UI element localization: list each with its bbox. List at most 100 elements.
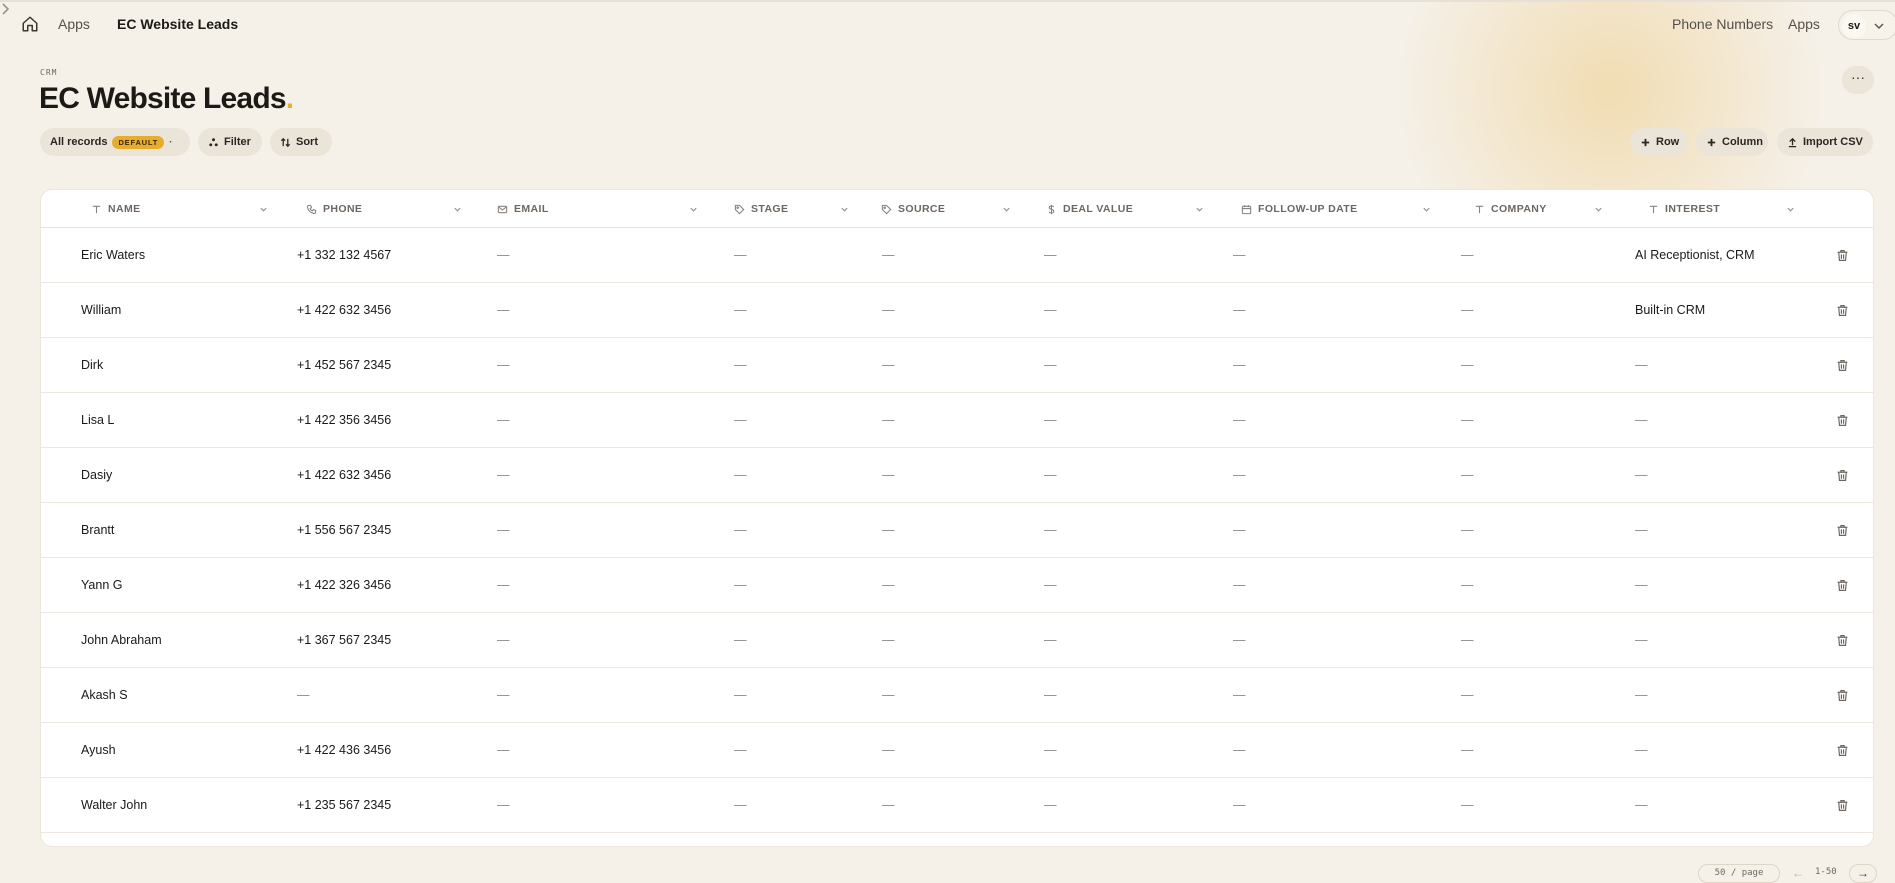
cell-company[interactable]: — <box>1461 613 1474 668</box>
cell-follow-up-date[interactable]: — <box>1233 668 1246 723</box>
table-row[interactable]: William +1 422 632 3456 — — — — — — Built-in CRM <box>41 283 1873 338</box>
cell-deal-value[interactable]: — <box>1044 448 1057 503</box>
cell-deal-value[interactable]: — <box>1044 558 1057 613</box>
per-page-select[interactable]: 50 / page <box>1698 864 1780 883</box>
cell-follow-up-date[interactable]: — <box>1233 503 1246 558</box>
cell-company[interactable]: — <box>1461 503 1474 558</box>
trash-icon[interactable] <box>1836 799 1849 812</box>
cell-follow-up-date[interactable]: — <box>1233 558 1246 613</box>
cell-deal-value[interactable]: — <box>1044 338 1057 393</box>
table-row[interactable]: Dirk +1 452 567 2345 — — — — — — — <box>41 338 1873 393</box>
user-menu[interactable]: sv <box>1838 10 1895 40</box>
column-header-email[interactable]: EMAIL <box>497 190 549 228</box>
cell-interest[interactable]: — <box>1635 668 1648 723</box>
cell-company[interactable]: — <box>1461 393 1474 448</box>
cell-stage[interactable]: — <box>734 723 747 778</box>
cell-deal-value[interactable]: — <box>1044 723 1057 778</box>
column-header-source[interactable]: SOURCE <box>881 190 945 228</box>
trash-icon[interactable] <box>1836 634 1849 647</box>
cell-interest[interactable]: — <box>1635 338 1648 393</box>
chevron-down-icon[interactable] <box>840 205 849 214</box>
table-row[interactable]: Eric Waters +1 332 132 4567 — — — — — — AI Recep… <box>41 228 1873 283</box>
cell-source[interactable]: — <box>882 668 895 723</box>
cell-follow-up-date[interactable]: — <box>1233 448 1246 503</box>
table-row[interactable]: John Abraham +1 367 567 2345 — — — — — — — <box>41 613 1873 668</box>
trash-icon[interactable] <box>1836 579 1849 592</box>
table-row[interactable]: Lisa L +1 422 356 3456 — — — — — — — <box>41 393 1873 448</box>
chevron-down-icon[interactable] <box>1002 205 1011 214</box>
cell-email[interactable]: — <box>497 668 510 723</box>
breadcrumb-apps[interactable]: Apps <box>58 16 90 32</box>
cell-follow-up-date[interactable]: — <box>1233 778 1246 833</box>
trash-icon[interactable] <box>1836 689 1849 702</box>
cell-company[interactable]: — <box>1461 283 1474 338</box>
cell-interest[interactable]: Built-in CRM <box>1635 283 1705 338</box>
cell-name[interactable]: Akash S <box>81 668 128 723</box>
cell-deal-value[interactable]: — <box>1044 228 1057 283</box>
cell-email[interactable]: — <box>497 613 510 668</box>
cell-email[interactable]: — <box>497 283 510 338</box>
cell-source[interactable]: — <box>882 283 895 338</box>
cell-email[interactable]: — <box>497 558 510 613</box>
prev-page-button[interactable]: ← <box>1785 864 1811 883</box>
cell-interest[interactable]: — <box>1635 723 1648 778</box>
cell-phone[interactable]: +1 367 567 2345 <box>297 613 391 668</box>
trash-icon[interactable] <box>1836 469 1849 482</box>
cell-deal-value[interactable]: — <box>1044 613 1057 668</box>
cell-email[interactable]: — <box>497 228 510 283</box>
cell-email[interactable]: — <box>497 723 510 778</box>
cell-company[interactable]: — <box>1461 228 1474 283</box>
cell-email[interactable]: — <box>497 448 510 503</box>
trash-icon[interactable] <box>1836 249 1849 262</box>
cell-phone[interactable]: +1 422 632 3456 <box>297 283 391 338</box>
cell-company[interactable]: — <box>1461 778 1474 833</box>
cell-source[interactable]: — <box>882 448 895 503</box>
cell-company[interactable]: — <box>1461 558 1474 613</box>
cell-stage[interactable]: — <box>734 503 747 558</box>
cell-stage[interactable]: — <box>734 558 747 613</box>
cell-follow-up-date[interactable]: — <box>1233 228 1246 283</box>
cell-follow-up-date[interactable]: — <box>1233 613 1246 668</box>
table-row[interactable]: Ayush +1 422 436 3456 — — — — — — — <box>41 723 1873 778</box>
cell-name[interactable]: Brantt <box>81 503 114 558</box>
cell-stage[interactable]: — <box>734 613 747 668</box>
cell-email[interactable]: — <box>497 393 510 448</box>
cell-email[interactable]: — <box>497 778 510 833</box>
sort-button[interactable]: Sort <box>270 128 332 156</box>
cell-source[interactable]: — <box>882 778 895 833</box>
cell-name[interactable]: Yann G <box>81 558 122 613</box>
cell-phone[interactable]: +1 422 356 3456 <box>297 393 391 448</box>
cell-interest[interactable]: — <box>1635 778 1648 833</box>
column-header-name[interactable]: NAME <box>91 190 141 228</box>
cell-follow-up-date[interactable]: — <box>1233 723 1246 778</box>
trash-icon[interactable] <box>1836 744 1849 757</box>
cell-email[interactable]: — <box>497 503 510 558</box>
cell-interest[interactable]: — <box>1635 448 1648 503</box>
cell-source[interactable]: — <box>882 723 895 778</box>
trash-icon[interactable] <box>1836 524 1849 537</box>
trash-icon[interactable] <box>1836 414 1849 427</box>
cell-name[interactable]: William <box>81 283 121 338</box>
cell-stage[interactable]: — <box>734 338 747 393</box>
cell-follow-up-date[interactable]: — <box>1233 393 1246 448</box>
cell-company[interactable]: — <box>1461 723 1474 778</box>
cell-phone[interactable]: — <box>297 668 310 723</box>
table-row[interactable]: Dasiy +1 422 632 3456 — — — — — — — <box>41 448 1873 503</box>
home-icon[interactable] <box>21 15 39 33</box>
chevron-down-icon[interactable] <box>1195 205 1204 214</box>
column-header-interest[interactable]: INTEREST <box>1648 190 1720 228</box>
nav-apps[interactable]: Apps <box>1788 16 1820 32</box>
cell-source[interactable]: — <box>882 393 895 448</box>
cell-name[interactable]: Dasiy <box>81 448 112 503</box>
cell-company[interactable]: — <box>1461 338 1474 393</box>
cell-source[interactable]: — <box>882 613 895 668</box>
chevron-down-icon[interactable] <box>1594 205 1603 214</box>
next-page-button[interactable]: → <box>1849 864 1877 883</box>
cell-phone[interactable]: +1 235 567 2345 <box>297 778 391 833</box>
chevron-down-icon[interactable] <box>1786 205 1795 214</box>
cell-stage[interactable]: — <box>734 668 747 723</box>
column-header-phone[interactable]: PHONE <box>306 190 362 228</box>
column-header-follow-up-date[interactable]: FOLLOW-UP DATE <box>1241 190 1358 228</box>
cell-deal-value[interactable]: — <box>1044 283 1057 338</box>
cell-stage[interactable]: — <box>734 393 747 448</box>
